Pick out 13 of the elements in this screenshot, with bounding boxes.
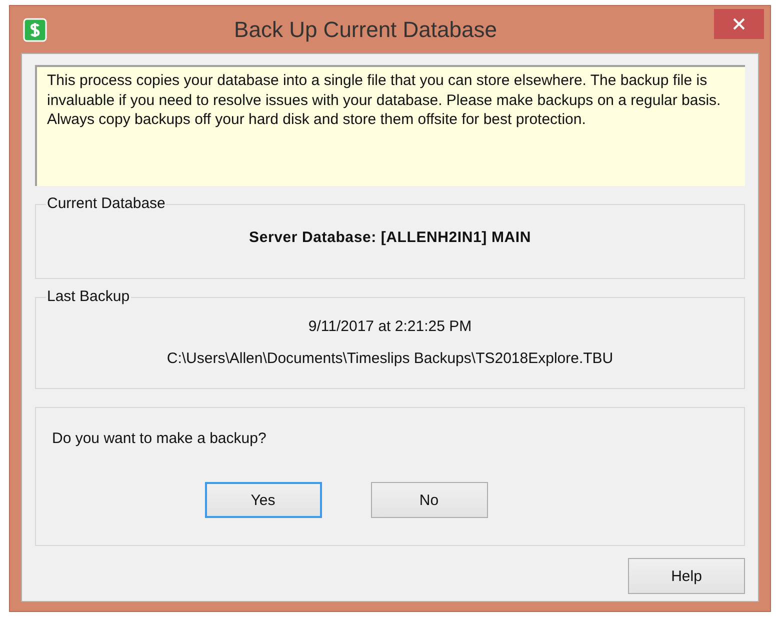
close-icon (732, 17, 746, 31)
close-button[interactable] (714, 9, 764, 39)
help-button[interactable]: Help (628, 558, 745, 594)
database-name: Server Database: [ALLENH2IN1] MAIN (249, 229, 531, 246)
no-button[interactable]: No (370, 482, 488, 518)
window-title: Back Up Current Database (233, 16, 498, 42)
group-label: Last Backup (46, 288, 131, 305)
backup-path: C:\Users\Allen\Documents\Timeslips Backups\TS2018Explore.TBU (166, 350, 614, 367)
yes-button[interactable]: Yes (204, 482, 322, 518)
question-text: Do you want to make a backup? (52, 430, 266, 447)
backup-date: 9/11/2017 at 2:21:25 PM (308, 318, 472, 335)
dollar-icon (23, 18, 47, 42)
info-text: This process copies your database into a single file that you can store elsewhere. The backup file is invaluable if you need to resolve issues with your database. Please make backups on a regular basis. Always copy backups off your hard disk and store them offsite for best protection. (35, 65, 745, 186)
